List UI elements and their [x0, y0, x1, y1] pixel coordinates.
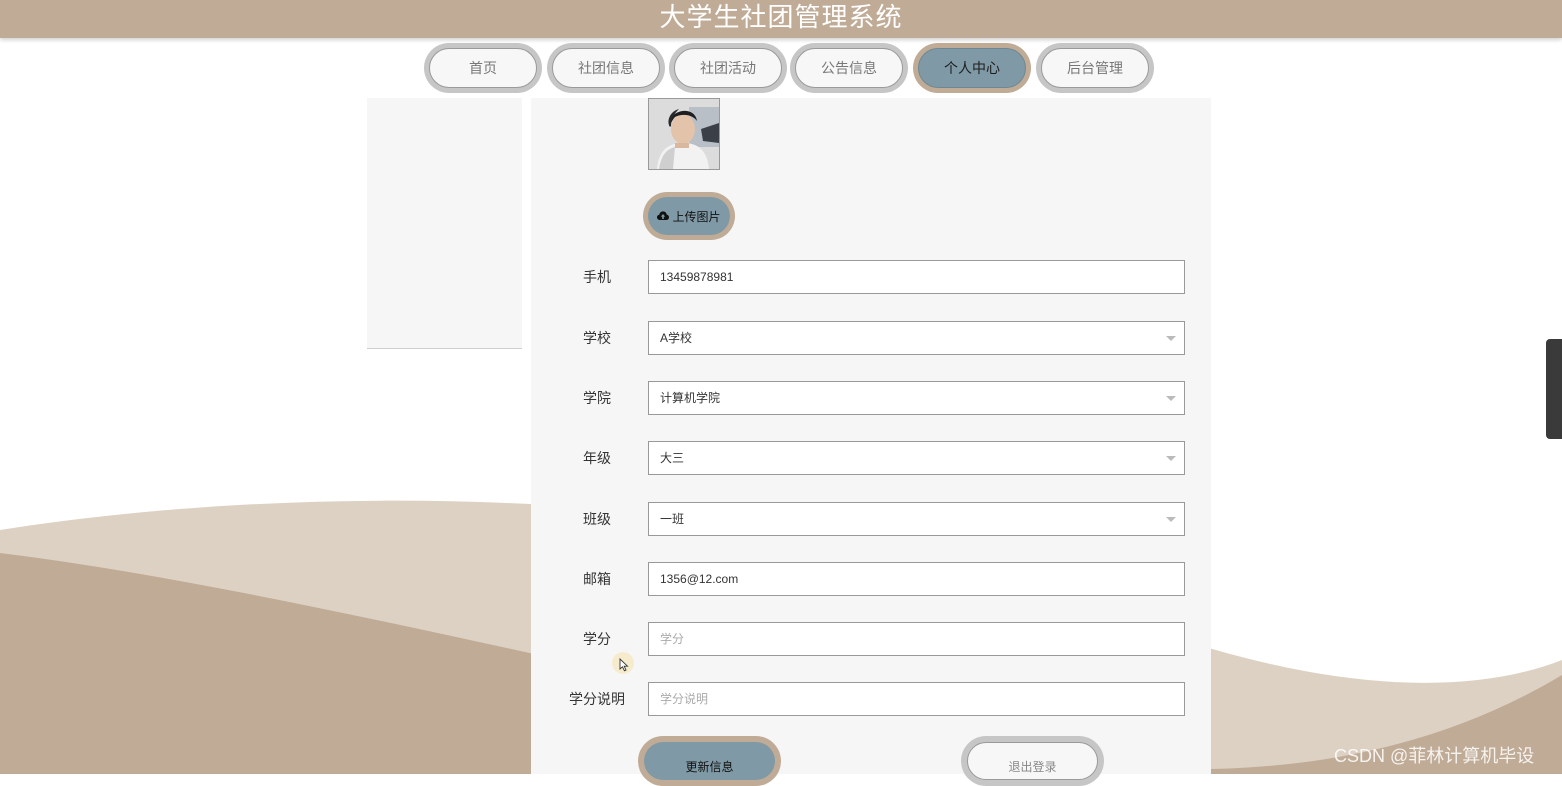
nav-item-label: 个人中心: [918, 48, 1026, 88]
class-select[interactable]: 一班: [648, 502, 1185, 536]
credit-label: 学分: [583, 631, 611, 647]
nav-item-label: 社团信息: [552, 48, 660, 88]
main-nav: 首页 社团信息 社团活动 公告信息 个人中心 后台管理: [424, 43, 1164, 93]
side-drawer-handle[interactable]: [1546, 339, 1562, 439]
college-selected-value: 计算机学院: [660, 391, 721, 405]
nav-item-club-activities[interactable]: 社团活动: [669, 43, 787, 93]
cursor-arrow-icon: [619, 658, 629, 672]
grade-select[interactable]: 大三: [648, 441, 1185, 475]
upload-image-label: 上传图片: [672, 209, 721, 224]
form-actions: 更新信息 退出登录: [531, 736, 1211, 786]
class-selected-value: 一班: [660, 512, 685, 526]
grade-selected-value: 大三: [660, 451, 685, 465]
school-selected-value: A学校: [660, 331, 693, 345]
credit-input[interactable]: [648, 622, 1185, 656]
cloud-upload-icon: [657, 211, 670, 220]
logout-button[interactable]: 退出登录: [961, 736, 1104, 786]
nav-item-label: 后台管理: [1041, 48, 1149, 88]
logout-label: 退出登录: [967, 742, 1098, 780]
header-bar: 大学生社团管理系统: [0, 0, 1562, 38]
chevron-down-icon: [1166, 517, 1176, 522]
nav-item-club-info[interactable]: 社团信息: [547, 43, 665, 93]
chevron-down-icon: [1166, 396, 1176, 401]
upload-image-button-face: 上传图片: [648, 197, 730, 235]
school-select[interactable]: A学校: [648, 321, 1185, 355]
credit-description-input[interactable]: [648, 682, 1185, 716]
class-label: 班级: [583, 511, 611, 527]
college-label: 学院: [583, 390, 611, 406]
form-row-class: 班级 一班: [531, 502, 1211, 538]
phone-input[interactable]: [648, 260, 1185, 294]
credit-description-label: 学分说明: [569, 691, 625, 707]
avatar: [648, 98, 720, 170]
form-row-phone: 手机: [531, 260, 1211, 296]
form-row-email: 邮箱: [531, 562, 1211, 598]
college-select[interactable]: 计算机学院: [648, 381, 1185, 415]
nav-item-admin[interactable]: 后台管理: [1036, 43, 1154, 93]
nav-item-label: 社团活动: [674, 48, 782, 88]
nav-item-personal-center[interactable]: 个人中心: [913, 43, 1031, 93]
nav-item-announcements[interactable]: 公告信息: [790, 43, 908, 93]
app-title: 大学生社团管理系统: [659, 2, 903, 32]
nav-item-label: 首页: [429, 48, 537, 88]
profile-panel: 上传图片 手机 学校 A学校 学院 计算机学院 年级 大三 班级 一班: [531, 98, 1211, 786]
form-row-college: 学院 计算机学院: [531, 381, 1211, 417]
mouse-cursor: [612, 652, 634, 674]
form-row-grade: 年级 大三: [531, 441, 1211, 477]
avatar-photo: [649, 99, 719, 169]
chevron-down-icon: [1166, 336, 1176, 341]
update-info-button[interactable]: 更新信息: [638, 736, 781, 786]
form-row-credit: 学分: [531, 622, 1211, 658]
update-info-label: 更新信息: [644, 742, 775, 780]
chevron-down-icon: [1166, 456, 1176, 461]
email-label: 邮箱: [583, 571, 611, 587]
watermark: CSDN @菲林计算机毕设: [1334, 746, 1535, 766]
phone-label: 手机: [583, 269, 611, 285]
form-row-credit-description: 学分说明: [531, 682, 1211, 718]
nav-item-home[interactable]: 首页: [424, 43, 542, 93]
form-row-school: 学校 A学校: [531, 321, 1211, 357]
upload-image-button[interactable]: 上传图片: [643, 192, 735, 240]
email-input[interactable]: [648, 562, 1185, 596]
nav-item-label: 公告信息: [795, 48, 903, 88]
school-label: 学校: [583, 330, 611, 346]
side-panel: [367, 98, 522, 349]
grade-label: 年级: [583, 450, 611, 466]
